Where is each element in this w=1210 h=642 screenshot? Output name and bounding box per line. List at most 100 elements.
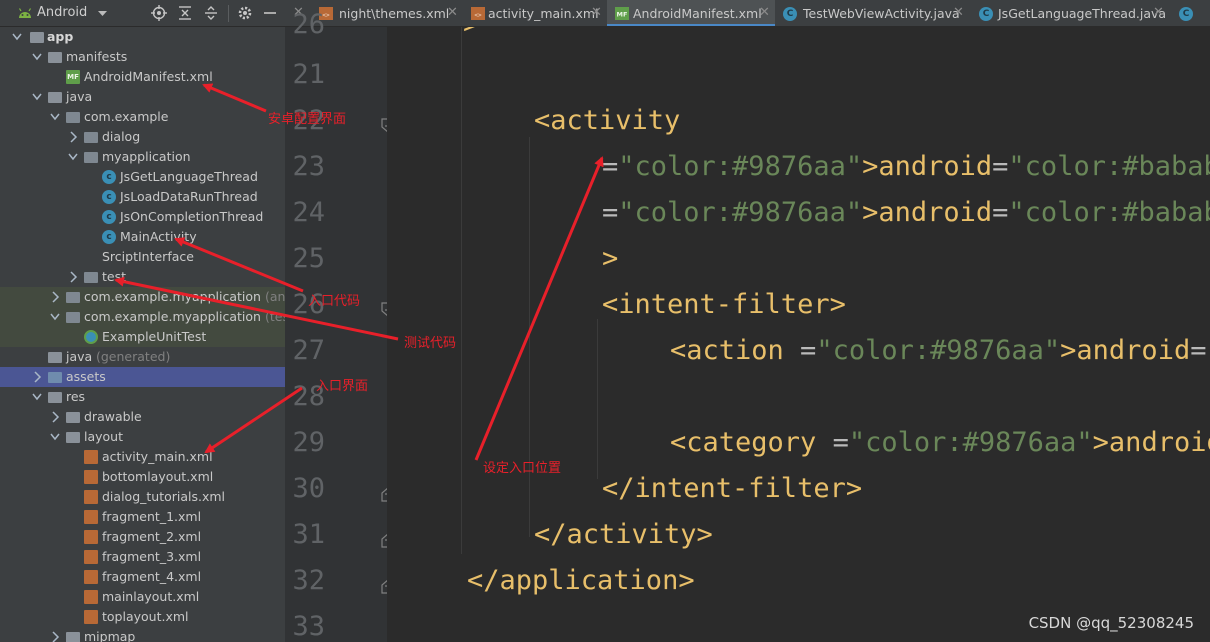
code-line[interactable]: <action ="color:#9876aa">android="color:… [670, 335, 1210, 366]
xml-file-icon [84, 590, 98, 604]
tree-item[interactable]: fragment_1.xml [0, 507, 285, 527]
tree-item[interactable]: com.example [0, 107, 285, 127]
code-line[interactable]: ="color:#9876aa">android="color:#bababa"… [602, 151, 1210, 182]
tab-overflow[interactable]: C [1171, 0, 1210, 26]
tree-item[interactable]: toplayout.xml [0, 607, 285, 627]
hide-panel-icon[interactable] [262, 5, 278, 21]
tree-item[interactable]: mipmap [0, 627, 285, 642]
tree-item[interactable]: c JsOnCompletionThread [0, 207, 285, 227]
chevron-right-icon[interactable] [50, 291, 60, 303]
tree-item[interactable]: bottomlayout.xml [0, 467, 285, 487]
close-icon[interactable]: ✕ [953, 5, 964, 20]
tree-item[interactable]: MF AndroidManifest.xml [0, 67, 285, 87]
chevron-down-icon[interactable] [12, 31, 22, 43]
code-line[interactable]: </intent-filter> [602, 473, 862, 504]
tree-item[interactable]: fragment_4.xml [0, 567, 285, 587]
code-line[interactable]: ="color:#9876aa">android="color:#bababa"… [602, 197, 1210, 228]
tab-testwebview[interactable]: C TestWebViewActivity.java ✕ [775, 0, 971, 26]
chevron-right-icon[interactable] [32, 371, 42, 383]
tree-item[interactable]: myapplication [0, 147, 285, 167]
tree-item-suffix: (andro [265, 289, 285, 304]
chevron-down-icon[interactable] [50, 431, 60, 443]
tree-item[interactable]: mainlayout.xml [0, 587, 285, 607]
chevron-down-icon[interactable] [50, 111, 60, 123]
tree-item-label: JsGetLanguageThread [120, 169, 258, 184]
chevron-right-icon[interactable] [68, 131, 78, 143]
chevron-right-icon[interactable] [50, 411, 60, 423]
code-line[interactable]: </activity> [534, 519, 713, 550]
tree-item[interactable]: java (generated) [0, 347, 285, 367]
tree-item-label: app [47, 29, 74, 44]
tab-android-manifest[interactable]: MF AndroidManifest.xml ✕ [607, 0, 775, 26]
chevron-down-icon[interactable] [50, 311, 60, 323]
tree-item[interactable]: c JsGetLanguageThread [0, 167, 285, 187]
code-line[interactable]: <intent-filter> [602, 289, 846, 320]
close-icon[interactable]: ✕ [759, 5, 770, 20]
expand-all-icon[interactable] [203, 5, 219, 21]
line-number: 24 [292, 197, 325, 228]
line-number: 30 [292, 473, 325, 504]
folder-icon [66, 432, 80, 443]
chevron-down-icon[interactable] [68, 151, 78, 163]
tree-item[interactable]: fragment_3.xml [0, 547, 285, 567]
line-number: 27 [292, 335, 325, 366]
tree-item[interactable]: test [0, 267, 285, 287]
code-editor[interactable]: > <activity ="color:#9876aa">android="colo… [387, 27, 1210, 642]
chevron-down-icon[interactable] [98, 11, 107, 17]
chevron-right-icon[interactable] [50, 631, 60, 642]
tree-item[interactable]: res [0, 387, 285, 407]
tree-item[interactable]: assets [0, 367, 285, 387]
tree-item[interactable]: fragment_2.xml [0, 527, 285, 547]
tree-item[interactable]: ExampleUnitTest [0, 327, 285, 347]
xml-file-icon [84, 510, 98, 524]
tree-item[interactable]: cSrciptInterface [0, 247, 285, 267]
code-line[interactable]: <activity [534, 105, 680, 136]
code-line[interactable]: > [463, 27, 479, 40]
tree-item[interactable]: activity_main.xml [0, 447, 285, 467]
tree-item[interactable]: java [0, 87, 285, 107]
android-icon [18, 8, 32, 18]
tree-item[interactable]: com.example.myapplication (test) [0, 307, 285, 327]
folder-icon [66, 412, 80, 423]
chevron-down-icon[interactable] [32, 51, 42, 63]
tree-item-label: fragment_2.xml [102, 529, 202, 544]
chevron-down-icon[interactable] [32, 391, 42, 403]
close-icon[interactable]: ✕ [1153, 5, 1164, 20]
tab-jsgetlanguage[interactable]: C JsGetLanguageThread.java ✕ [971, 0, 1171, 26]
tree-item-label: fragment_4.xml [102, 569, 202, 584]
folder-icon [48, 392, 62, 403]
tree-item[interactable]: app [0, 27, 285, 47]
line-number: 29 [292, 427, 325, 458]
chevron-right-icon[interactable] [68, 271, 78, 283]
tree-item[interactable]: c JsLoadDataRunThread [0, 187, 285, 207]
tab-night-themes[interactable]: <> night\themes.xml ✕ [311, 0, 463, 26]
chevron-down-icon[interactable] [32, 91, 42, 103]
locate-icon[interactable] [151, 5, 167, 21]
manifest-file-icon: MF [66, 70, 80, 84]
tree-item[interactable]: dialog [0, 127, 285, 147]
tree-item[interactable]: layout [0, 427, 285, 447]
tree-item[interactable]: drawable [0, 407, 285, 427]
xml-file-icon [84, 450, 98, 464]
xml-file-icon: <> [471, 7, 485, 20]
project-panel: Android app manifests MF AndroidManifest.xm… [0, 0, 285, 642]
code-line[interactable]: > [602, 243, 618, 274]
close-icon[interactable]: ✕ [447, 5, 458, 20]
tab-activity-main[interactable]: <> activity_main.xml ✕ [463, 0, 607, 26]
project-view-selector[interactable]: Android [37, 5, 87, 20]
code-line[interactable]: <category ="color:#9876aa">android="colo… [670, 427, 1210, 458]
gear-icon[interactable] [237, 5, 253, 21]
tree-item-label: bottomlayout.xml [102, 469, 214, 484]
code-line[interactable]: </application> [467, 565, 695, 596]
close-icon[interactable]: ✕ [591, 5, 602, 20]
line-number: 23 [292, 151, 325, 182]
class-icon: C [1179, 7, 1193, 21]
tree-item-label: mipmap [84, 629, 136, 642]
xml-file-icon [84, 610, 98, 624]
tree-item[interactable]: dialog_tutorials.xml [0, 487, 285, 507]
tree-item[interactable]: com.example.myapplication (andro [0, 287, 285, 307]
tree-item[interactable]: manifests [0, 47, 285, 67]
tree-item[interactable]: c MainActivity [0, 227, 285, 247]
tree-item-suffix: (test) [265, 309, 285, 324]
collapse-all-icon[interactable] [177, 5, 193, 21]
